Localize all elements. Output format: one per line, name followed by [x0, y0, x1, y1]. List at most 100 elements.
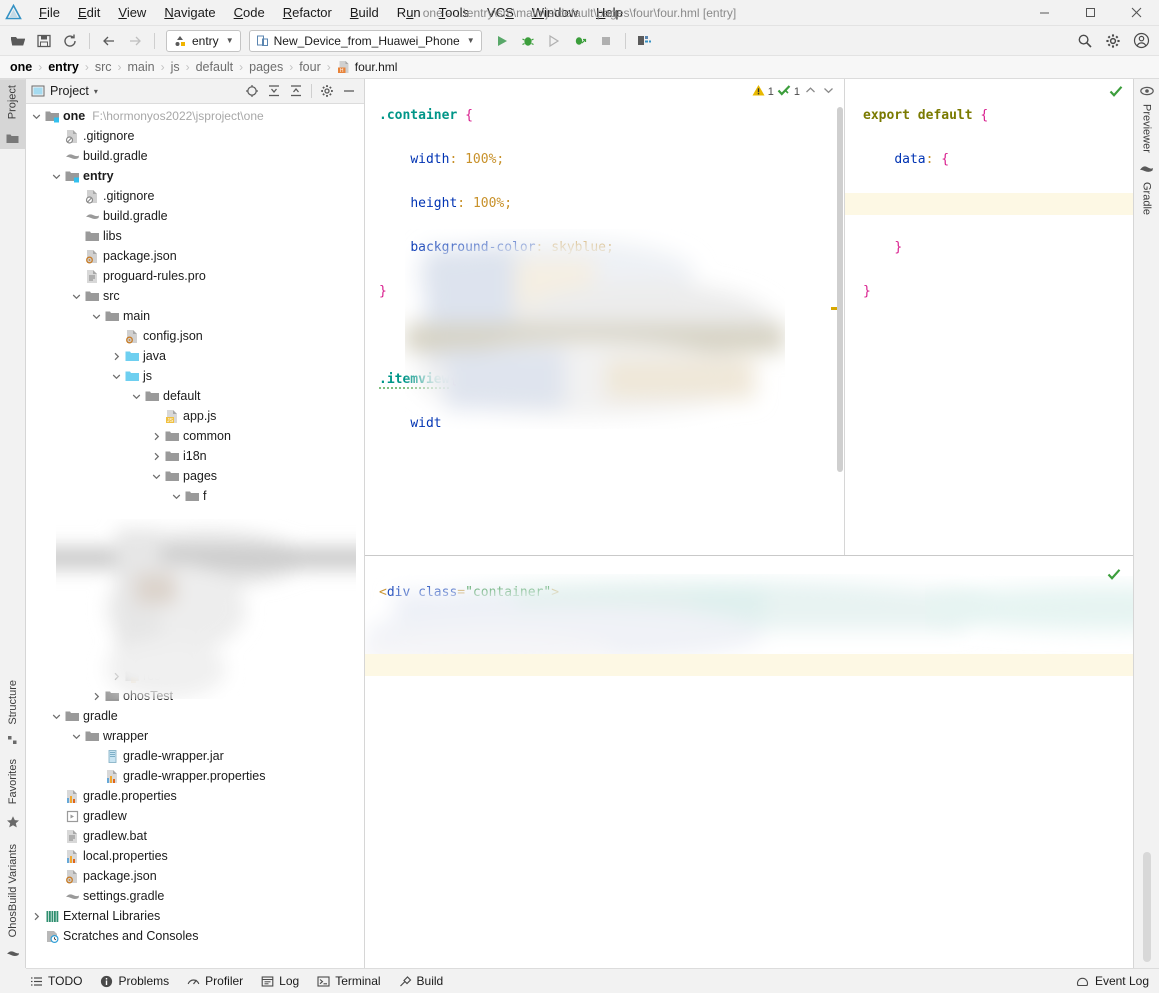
tree-row-13[interactable]: js [26, 366, 364, 386]
menu-edit[interactable]: Edit [69, 2, 109, 23]
status-problems[interactable]: Problems [100, 974, 169, 988]
folder-open-icon[interactable] [6, 29, 30, 53]
tree-row-18[interactable]: pages [26, 466, 364, 486]
right-scrollbar-area[interactable] [1134, 852, 1159, 968]
expand-all-icon[interactable] [264, 81, 284, 101]
tree-row-lower-12[interactable]: External Libraries [26, 906, 364, 926]
menu-window[interactable]: Window [523, 2, 587, 23]
close-button[interactable] [1113, 0, 1159, 26]
tree-expand-arrow[interactable] [90, 692, 103, 701]
tree-row-0[interactable]: oneF:\hormonyos2022\jsproject\one [26, 106, 364, 126]
tree-row-2[interactable]: build.gradle [26, 146, 364, 166]
tree-row-10[interactable]: main [26, 306, 364, 326]
tree-row-17[interactable]: i18n [26, 446, 364, 466]
status-build[interactable]: Build [399, 974, 444, 988]
gear-icon[interactable] [1101, 29, 1125, 53]
menu-navigate[interactable]: Navigate [155, 2, 224, 23]
tree-row-9[interactable]: src [26, 286, 364, 306]
status-event-log-label[interactable]: Event Log [1095, 974, 1149, 988]
sidebar-item-favorites[interactable]: Favorites [7, 753, 19, 810]
menu-view[interactable]: View [109, 2, 155, 23]
chevron-down-icon-panel[interactable]: ▾ [94, 87, 98, 96]
tree-expand-arrow[interactable] [170, 492, 183, 501]
tree-row-lower-11[interactable]: settings.gradle [26, 886, 364, 906]
project-tab-icon-slot[interactable] [0, 127, 25, 149]
tree-row-lower-8[interactable]: gradlew.bat [26, 826, 364, 846]
status-todo[interactable]: TODO [30, 974, 82, 988]
tree-row-lower-5[interactable]: gradle-wrapper.properties [26, 766, 364, 786]
sidebar-item-project[interactable]: Project [0, 79, 25, 127]
menu-run[interactable]: Run [388, 2, 430, 23]
tree-expand-arrow[interactable] [50, 172, 63, 181]
tree-row-15[interactable]: JSapp.js [26, 406, 364, 426]
sidebar-item-gradle[interactable]: Gradle [1141, 180, 1153, 217]
tree-row-19[interactable]: f [26, 486, 364, 506]
back-arrow-icon[interactable] [97, 29, 121, 53]
menu-vcs[interactable]: VCS [478, 2, 523, 23]
save-icon[interactable] [32, 29, 56, 53]
tree-row-lower-3[interactable]: wrapper [26, 726, 364, 746]
menu-build[interactable]: Build [341, 2, 388, 23]
device-selector[interactable]: New_Device_from_Huawei_Phone ▼ [249, 30, 482, 52]
breadcrumb-item-default[interactable]: default [196, 60, 234, 74]
breadcrumb-file[interactable]: H four.hml [337, 60, 398, 74]
sidebar-item-structure[interactable]: Structure [7, 674, 19, 731]
collapse-all-icon[interactable] [286, 81, 306, 101]
sidebar-item-ohosbuild-variants[interactable]: OhosBuild Variants [7, 836, 19, 943]
tree-expand-arrow[interactable] [110, 372, 123, 381]
tree-expand-arrow[interactable] [90, 312, 103, 321]
breadcrumb-item-four[interactable]: four [299, 60, 321, 74]
tree-row-4[interactable]: .gitignore [26, 186, 364, 206]
menu-code[interactable]: Code [225, 2, 274, 23]
css-editor[interactable]: .container { width: 100%; height: 100%; … [365, 79, 845, 555]
module-selector[interactable]: entry ▼ [166, 30, 241, 52]
tree-row-6[interactable]: libs [26, 226, 364, 246]
debug-icon[interactable] [516, 29, 540, 53]
tree-expand-arrow[interactable] [130, 392, 143, 401]
tree-row-5[interactable]: build.gradle [26, 206, 364, 226]
tree-row-lower-9[interactable]: local.properties [26, 846, 364, 866]
css-vertical-scrollbar[interactable] [836, 79, 844, 555]
project-tree[interactable]: oneF:\hormonyos2022\jsproject\one.gitign… [26, 104, 364, 968]
html-editor[interactable]: <div class="container"> age> [365, 555, 1133, 968]
tree-row-lower-10[interactable]: package.json [26, 866, 364, 886]
tree-row-11[interactable]: config.json [26, 326, 364, 346]
status-profiler[interactable]: Profiler [187, 974, 243, 988]
tree-row-3[interactable]: entry [26, 166, 364, 186]
tree-expand-arrow[interactable] [30, 912, 43, 921]
search-icon[interactable] [1073, 29, 1097, 53]
html-code[interactable]: <div class="container"> [365, 556, 1133, 648]
tree-expand-arrow[interactable] [70, 292, 83, 301]
breadcrumb-item-pages[interactable]: pages [249, 60, 283, 74]
tree-row-16[interactable]: common [26, 426, 364, 446]
select-opened-file-icon[interactable] [242, 81, 262, 101]
breadcrumb-item-main[interactable]: main [127, 60, 154, 74]
menu-help[interactable]: Help [587, 2, 632, 23]
sync-icon[interactable] [58, 29, 82, 53]
forward-arrow-icon[interactable] [123, 29, 147, 53]
css-scrollbar-thumb[interactable] [837, 107, 843, 472]
menu-tools[interactable]: Tools [430, 2, 478, 23]
tree-row-1[interactable]: .gitignore [26, 126, 364, 146]
stop-icon[interactable] [594, 29, 618, 53]
attach-debugger-icon[interactable] [568, 29, 592, 53]
js-editor[interactable]: export default { data: { title: 'World' … [845, 79, 1133, 555]
menu-refactor[interactable]: Refactor [274, 2, 341, 23]
device-manager-icon[interactable] [633, 29, 657, 53]
run-icon[interactable] [490, 29, 514, 53]
minimize-button[interactable] [1021, 0, 1067, 26]
tree-row-lower-7[interactable]: gradlew [26, 806, 364, 826]
status-log[interactable]: Log [261, 974, 299, 988]
tree-row-lower-13[interactable]: Scratches and Consoles [26, 926, 364, 946]
tree-expand-arrow[interactable] [110, 352, 123, 361]
tree-row-lower-1[interactable]: ohosTest [26, 686, 364, 706]
maximize-button[interactable] [1067, 0, 1113, 26]
breadcrumb-item-js[interactable]: js [171, 60, 180, 74]
prev-problem-icon[interactable] [803, 86, 818, 98]
tree-expand-arrow[interactable] [150, 452, 163, 461]
status-terminal[interactable]: Terminal [317, 974, 380, 988]
tree-row-14[interactable]: default [26, 386, 364, 406]
tree-row-12[interactable]: java [26, 346, 364, 366]
run-with-coverage-icon[interactable] [542, 29, 566, 53]
breadcrumb-item-entry[interactable]: entry [48, 60, 79, 74]
